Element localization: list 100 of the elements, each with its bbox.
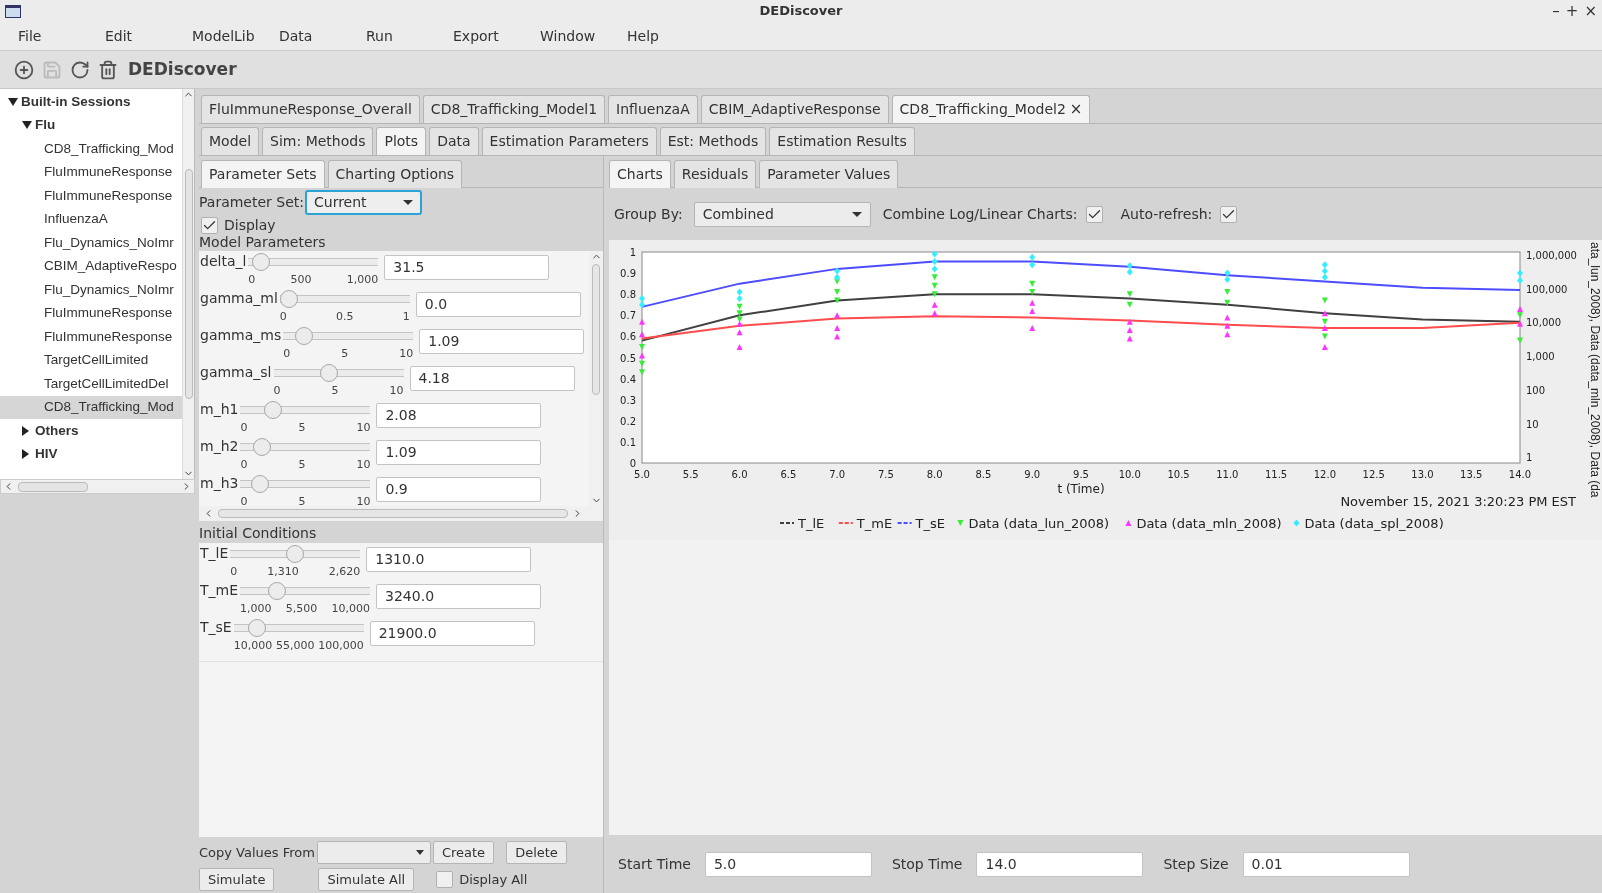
scrollbar[interactable] bbox=[199, 506, 603, 521]
slider-thumb[interactable] bbox=[251, 253, 270, 271]
tab[interactable]: Residuals bbox=[673, 160, 757, 188]
tab[interactable]: CD8_Trafficking_Model1 bbox=[422, 95, 606, 123]
window-icon bbox=[5, 4, 21, 18]
window-control[interactable]: × bbox=[1584, 3, 1597, 19]
menu-item[interactable]: Data bbox=[279, 25, 366, 47]
tab[interactable]: Parameter Sets bbox=[201, 160, 325, 188]
tree-item[interactable]: CD8_Trafficking_Mod bbox=[0, 395, 182, 419]
tree-item[interactable]: CD8_Trafficking_Mod bbox=[0, 137, 182, 161]
menu-item[interactable]: File bbox=[18, 25, 105, 47]
menu-item[interactable]: Export bbox=[453, 25, 540, 47]
scrollbar[interactable] bbox=[182, 89, 194, 479]
copy-values-dropdown[interactable] bbox=[316, 841, 431, 864]
window-control[interactable]: – bbox=[1552, 3, 1560, 19]
slider-thumb[interactable] bbox=[320, 364, 339, 382]
value-field[interactable]: 21900.0 bbox=[369, 621, 535, 646]
value-field[interactable]: 0.9 bbox=[376, 477, 542, 502]
tab[interactable]: Est: Methods bbox=[659, 127, 767, 155]
slider-thumb[interactable] bbox=[279, 290, 298, 308]
tab[interactable]: Data bbox=[429, 127, 479, 155]
tab[interactable]: Charts bbox=[609, 160, 671, 188]
tab[interactable]: CBIM_AdaptiveResponse bbox=[700, 95, 889, 123]
menu-item[interactable]: ModelLib bbox=[192, 25, 279, 47]
slider-thumb[interactable] bbox=[263, 401, 282, 419]
menu-item[interactable]: Run bbox=[366, 25, 453, 47]
window-control[interactable]: + bbox=[1565, 3, 1579, 19]
tab[interactable]: Parameter Values bbox=[759, 160, 899, 188]
axis-label: 1 bbox=[1526, 452, 1533, 464]
tab[interactable]: Estimation Results bbox=[769, 127, 915, 155]
value-field[interactable]: 0.0 bbox=[415, 292, 581, 317]
tree-item[interactable]: Flu_Dynamics_NoImr bbox=[0, 278, 182, 302]
value-field[interactable]: 3240.0 bbox=[376, 584, 542, 609]
tree-item[interactable]: FluImmuneResponse bbox=[0, 184, 182, 208]
tree-item[interactable]: Built-in Sessions bbox=[0, 90, 182, 114]
parameter-set-dropdown[interactable]: Current bbox=[305, 189, 422, 215]
checkbox[interactable] bbox=[201, 216, 218, 234]
tree-item[interactable]: Flu_Dynamics_NoImr bbox=[0, 231, 182, 255]
axis-label: 9.0 bbox=[1024, 469, 1041, 480]
slider-thumb[interactable] bbox=[267, 582, 286, 600]
create-button[interactable]: Create bbox=[432, 841, 495, 864]
legend-marker-icon bbox=[1125, 520, 1132, 526]
simulate-all-button[interactable]: Simulate All bbox=[318, 868, 415, 891]
tick-label: 0 bbox=[279, 311, 287, 323]
parameter-label: gamma_sl bbox=[200, 364, 272, 380]
tree-item[interactable]: FluImmuneResponse bbox=[0, 325, 182, 349]
delete-button[interactable]: Delete bbox=[506, 841, 567, 864]
tree-item[interactable]: FluImmuneResponse bbox=[0, 160, 182, 184]
value-field[interactable]: 4.18 bbox=[409, 366, 575, 391]
value-field[interactable]: 2.08 bbox=[376, 403, 542, 428]
slider-thumb[interactable] bbox=[248, 619, 267, 637]
expanded-icon[interactable] bbox=[8, 97, 18, 106]
checkbox[interactable] bbox=[1085, 205, 1103, 223]
tab[interactable]: FluImmuneResponse_Overall bbox=[201, 95, 420, 123]
tab[interactable]: InfluenzaA bbox=[608, 95, 698, 123]
value-field[interactable]: 1.09 bbox=[419, 329, 585, 354]
checkbox[interactable] bbox=[436, 871, 454, 888]
add-icon[interactable] bbox=[14, 59, 34, 80]
tab[interactable]: Model bbox=[201, 127, 260, 155]
slider-thumb[interactable] bbox=[250, 475, 269, 493]
field-label: Parameter Set: bbox=[199, 192, 304, 212]
close-icon[interactable]: × bbox=[1069, 102, 1083, 117]
menu-item[interactable]: Edit bbox=[105, 25, 192, 47]
tab[interactable]: Plots bbox=[376, 127, 427, 155]
value-field[interactable]: 1.09 bbox=[376, 440, 542, 465]
value-field[interactable]: 31.5 bbox=[384, 255, 550, 280]
field-label: Stop Time bbox=[891, 854, 963, 874]
simulate-button[interactable]: Simulate bbox=[199, 868, 275, 891]
tree-item[interactable]: Others bbox=[0, 419, 182, 443]
menu-item[interactable]: Help bbox=[627, 25, 714, 47]
tree-item[interactable]: Flu bbox=[0, 113, 182, 137]
tree-item[interactable]: InfluenzaA bbox=[0, 207, 182, 231]
tab[interactable]: Charting Options bbox=[327, 160, 463, 188]
tree-item[interactable]: FluImmuneResponse bbox=[0, 301, 182, 325]
tree-item[interactable]: TargetCellLimited bbox=[0, 348, 182, 372]
tab[interactable]: Sim: Methods bbox=[262, 127, 374, 155]
time-field[interactable]: 0.01 bbox=[1242, 851, 1410, 877]
menu-item[interactable]: Window bbox=[540, 25, 627, 47]
data-point bbox=[1321, 343, 1328, 350]
scrollbar[interactable] bbox=[0, 479, 195, 494]
time-field[interactable]: 14.0 bbox=[976, 851, 1144, 877]
refresh-icon[interactable] bbox=[70, 59, 90, 80]
tree-item[interactable]: CBIM_AdaptiveRespo bbox=[0, 254, 182, 278]
slider-thumb[interactable] bbox=[252, 438, 271, 456]
field-label: Auto-refresh: bbox=[1120, 204, 1213, 224]
tab[interactable]: Estimation Parameters bbox=[481, 127, 657, 155]
value-field[interactable]: 1310.0 bbox=[366, 547, 532, 572]
trash-icon[interactable] bbox=[98, 59, 118, 80]
group-by-dropdown[interactable]: Combined bbox=[693, 201, 871, 227]
slider-thumb[interactable] bbox=[286, 545, 305, 563]
collapsed-icon[interactable] bbox=[22, 449, 29, 460]
checkbox[interactable] bbox=[1220, 205, 1238, 223]
slider-thumb[interactable] bbox=[295, 327, 314, 345]
tree-item[interactable]: HIV bbox=[0, 442, 182, 466]
collapsed-icon[interactable] bbox=[22, 425, 29, 436]
time-field[interactable]: 5.0 bbox=[704, 851, 872, 877]
expanded-icon[interactable] bbox=[22, 121, 32, 130]
scrollbar[interactable] bbox=[589, 251, 603, 506]
tab[interactable]: CD8_Trafficking_Model2 × bbox=[891, 95, 1091, 123]
tree-item[interactable]: TargetCellLimitedDel bbox=[0, 372, 182, 396]
